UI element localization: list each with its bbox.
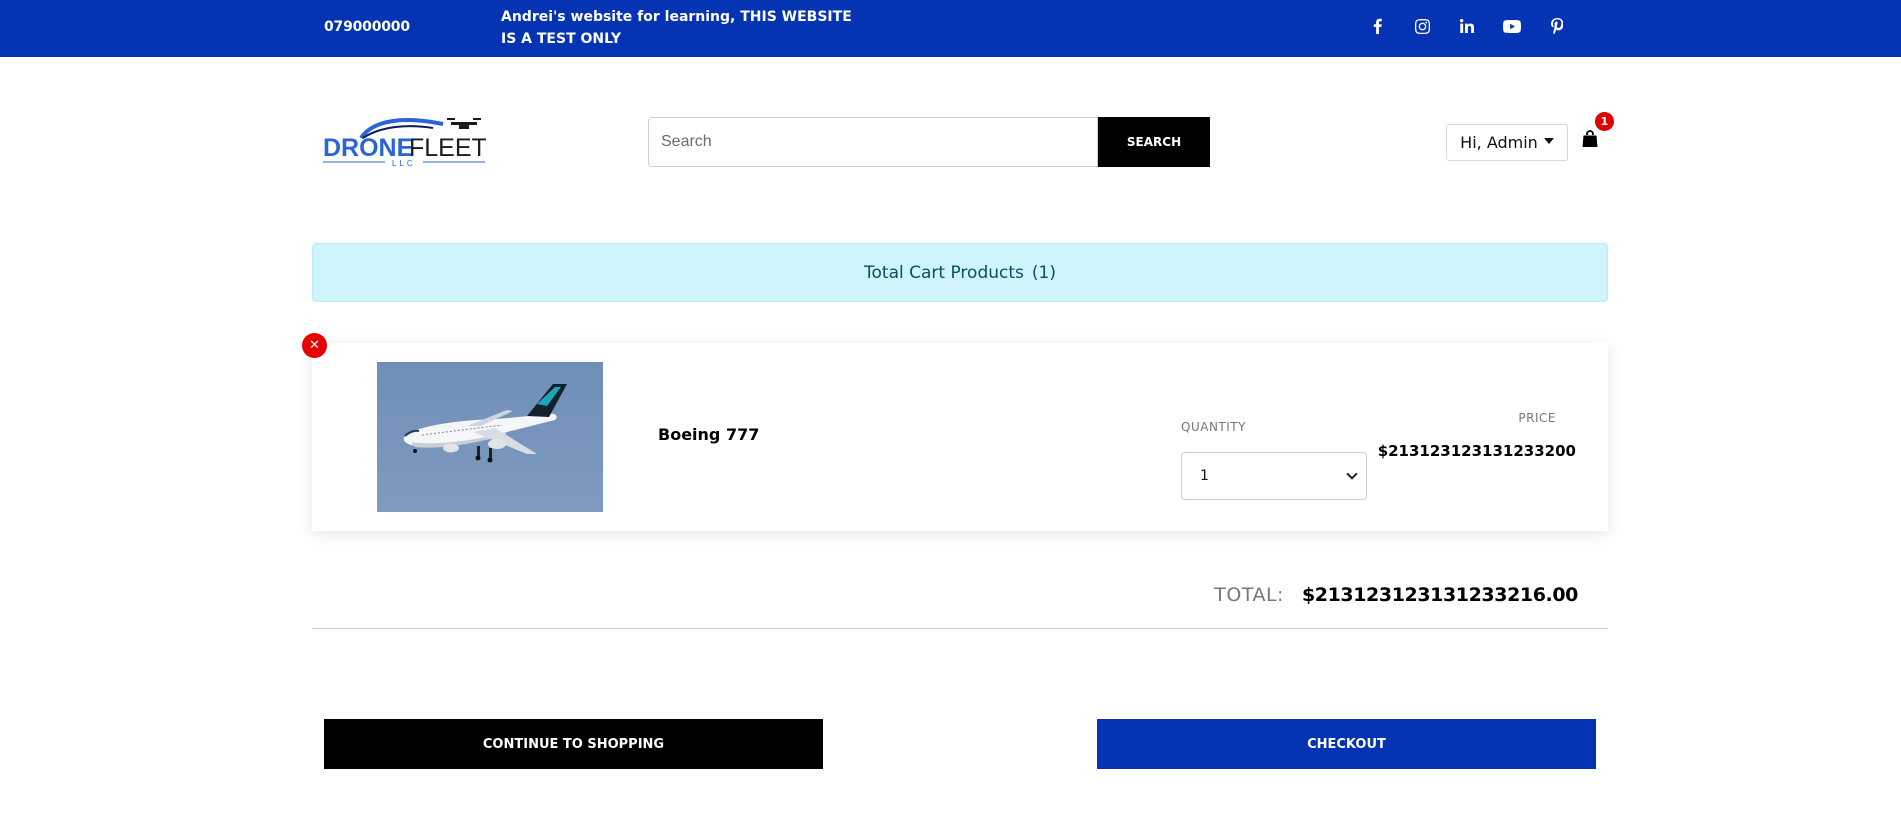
price-label: PRICE [1518,411,1556,425]
site-notice: Andrei's website for learning, THIS WEBS… [501,9,852,47]
pinterest-icon[interactable] [1546,14,1568,38]
total-value: $213123123131233216.00 [1301,584,1578,606]
chevron-down-icon [1346,467,1358,480]
continue-shopping-button[interactable]: CONTINUE TO SHOPPING [324,719,823,769]
cart-total: TOTAL: $213123123131233216.00 [1214,584,1578,606]
shopping-bag-icon[interactable] [1582,130,1598,148]
cart-count-badge: 1 [1595,112,1614,131]
close-icon: ✕ [309,338,320,353]
instagram-icon[interactable] [1411,14,1433,38]
drone-fleet-logo[interactable]: DRONE FLEET LLC [323,116,487,168]
search-button[interactable]: SEARCH [1098,117,1210,167]
quantity-value: 1 [1200,468,1209,484]
quantity-label: QUANTITY [1181,420,1246,434]
svg-text:DRONE: DRONE [323,134,413,162]
search-bar: SEARCH [648,117,1210,167]
product-name[interactable]: Boeing 777 [658,425,759,444]
cart-item: Boeing 777 QUANTITY 1 PRICE $21312312313… [312,343,1608,531]
cart-summary-label: Total Cart Products [864,262,1024,283]
checkout-button[interactable]: CHECKOUT [1097,719,1596,769]
facebook-icon[interactable] [1366,14,1388,38]
svg-text:LLC: LLC [392,159,416,168]
cart-summary-count: (1) [1031,262,1056,283]
social-links [1366,14,1568,38]
user-menu-label: Hi, Admin [1460,133,1538,152]
quantity-select[interactable]: 1 [1181,452,1367,500]
phone-number: 079000000 [324,19,410,35]
price-value: $213123123131233200 [1377,442,1576,460]
search-input[interactable] [648,117,1098,167]
svg-text:FLEET: FLEET [409,134,486,162]
youtube-icon[interactable] [1501,14,1523,38]
user-menu-button[interactable]: Hi, Admin [1446,124,1568,161]
top-bar: 079000000 Andrei's website for learning,… [0,0,1901,57]
linkedin-icon[interactable] [1456,14,1478,38]
divider [312,628,1608,629]
cart-summary-alert: Total Cart Products (1) [312,243,1608,302]
total-label: TOTAL: [1214,584,1284,606]
remove-item-button[interactable]: ✕ [302,333,327,358]
caret-down-icon [1543,137,1554,144]
product-image[interactable] [377,362,603,512]
